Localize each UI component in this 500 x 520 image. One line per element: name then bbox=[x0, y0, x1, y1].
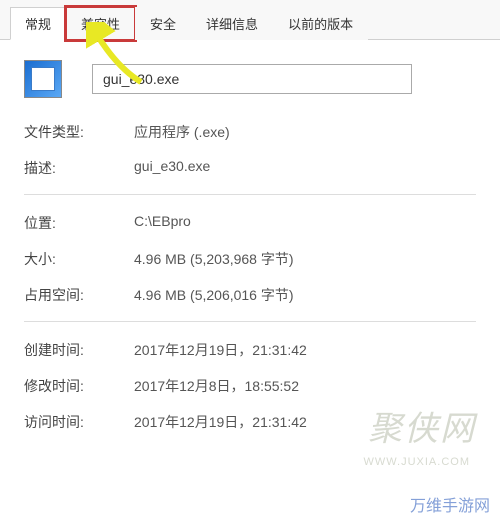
properties-content: 文件类型: 应用程序 (.exe) 描述: gui_e30.exe 位置: C:… bbox=[0, 40, 500, 468]
row-created: 创建时间: 2017年12月19日，21:31:42 bbox=[24, 340, 476, 360]
label-location: 位置: bbox=[24, 213, 134, 233]
value-size: 4.96 MB (5,203,968 字节) bbox=[134, 249, 294, 269]
value-created: 2017年12月19日，21:31:42 bbox=[134, 340, 307, 360]
divider bbox=[24, 194, 476, 195]
row-size-on-disk: 占用空间: 4.96 MB (5,206,016 字节) bbox=[24, 285, 476, 305]
value-accessed: 2017年12月19日，21:31:42 bbox=[134, 412, 307, 432]
row-file-type: 文件类型: 应用程序 (.exe) bbox=[24, 122, 476, 142]
label-file-type: 文件类型: bbox=[24, 122, 134, 142]
value-location: C:\EBpro bbox=[134, 213, 191, 233]
value-description: gui_e30.exe bbox=[134, 158, 210, 178]
value-modified: 2017年12月8日，18:55:52 bbox=[134, 376, 299, 396]
row-accessed: 访问时间: 2017年12月19日，21:31:42 bbox=[24, 412, 476, 432]
tab-compatibility[interactable]: 兼容性 bbox=[66, 7, 135, 40]
row-description: 描述: gui_e30.exe bbox=[24, 158, 476, 178]
label-size: 大小: bbox=[24, 249, 134, 269]
row-modified: 修改时间: 2017年12月8日，18:55:52 bbox=[24, 376, 476, 396]
tab-general[interactable]: 常规 bbox=[10, 7, 66, 40]
label-description: 描述: bbox=[24, 158, 134, 178]
tab-security[interactable]: 安全 bbox=[135, 7, 191, 40]
file-icon bbox=[24, 60, 62, 98]
icon-filename-row bbox=[24, 60, 476, 98]
tab-details[interactable]: 详细信息 bbox=[191, 7, 273, 40]
watermark-wanwei: 万维手游网 bbox=[410, 492, 490, 516]
tabs-bar: 常规 兼容性 安全 详细信息 以前的版本 bbox=[0, 0, 500, 40]
tab-previous-versions[interactable]: 以前的版本 bbox=[273, 7, 368, 40]
label-created: 创建时间: bbox=[24, 340, 134, 360]
label-modified: 修改时间: bbox=[24, 376, 134, 396]
label-accessed: 访问时间: bbox=[24, 412, 134, 432]
row-location: 位置: C:\EBpro bbox=[24, 213, 476, 233]
divider bbox=[24, 321, 476, 322]
value-file-type: 应用程序 (.exe) bbox=[134, 122, 230, 142]
value-size-on-disk: 4.96 MB (5,206,016 字节) bbox=[134, 285, 294, 305]
row-size: 大小: 4.96 MB (5,203,968 字节) bbox=[24, 249, 476, 269]
label-size-on-disk: 占用空间: bbox=[24, 285, 134, 305]
filename-input[interactable] bbox=[92, 64, 412, 94]
